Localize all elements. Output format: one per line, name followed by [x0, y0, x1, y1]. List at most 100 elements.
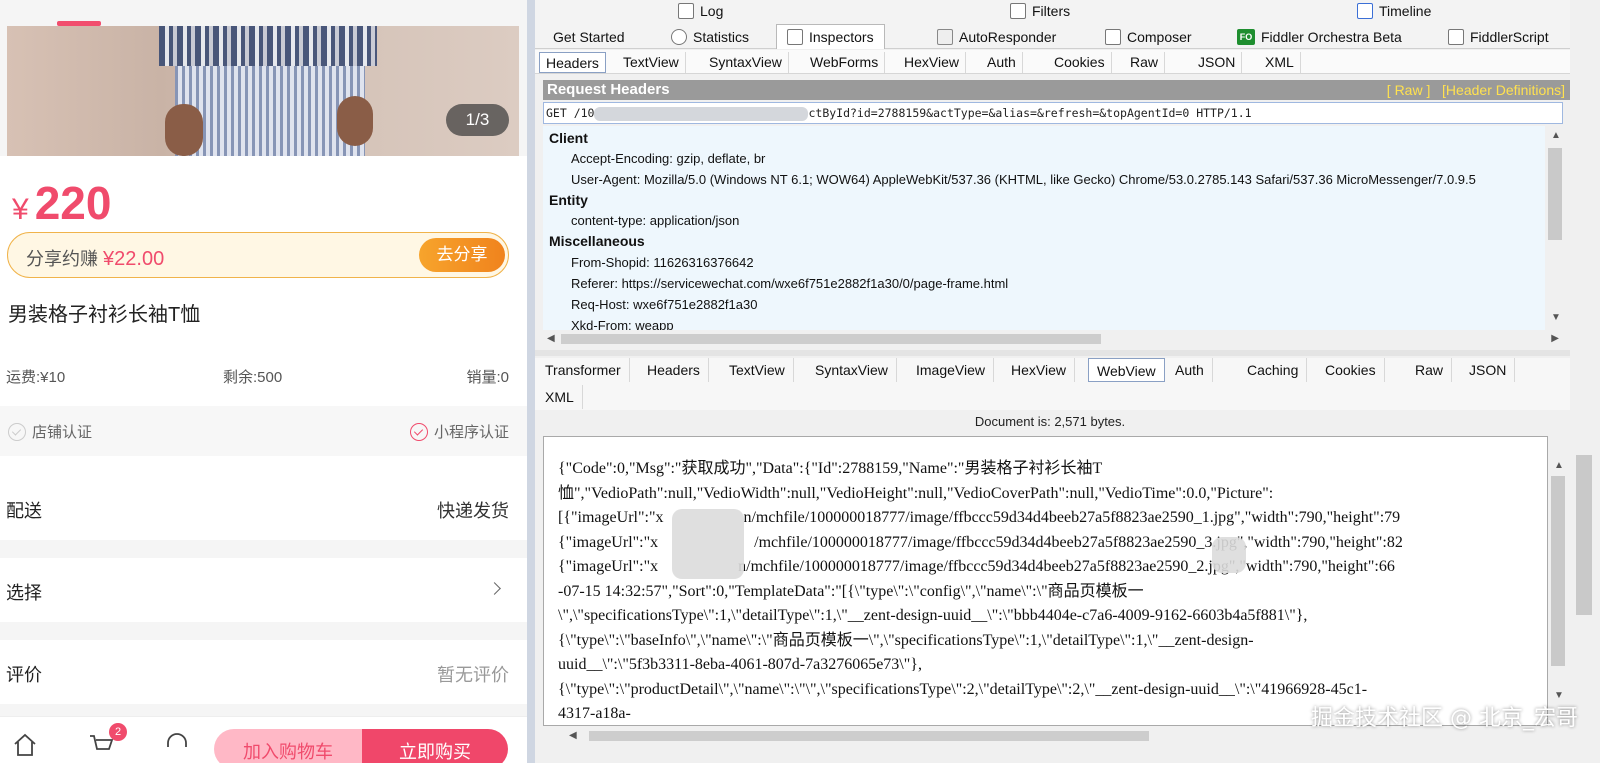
res-tab-cookies[interactable]: Cookies: [1317, 358, 1385, 382]
req-tab-raw[interactable]: Raw: [1124, 52, 1166, 73]
group-client[interactable]: Client: [549, 130, 588, 146]
header-definitions-link[interactable]: [Header Definitions]: [1442, 82, 1565, 98]
res-tab-hexview[interactable]: HexView: [1003, 358, 1075, 382]
response-inspector-tabs: Transformer Headers TextView SyntaxView …: [535, 358, 1600, 410]
res-tab-transformer[interactable]: Transformer: [537, 358, 630, 382]
tab-get-started[interactable]: Get Started: [543, 26, 635, 48]
scroll-thumb[interactable]: [1576, 455, 1592, 615]
res-tab-syntaxview[interactable]: SyntaxView: [807, 358, 897, 382]
res-tab-textview[interactable]: TextView: [721, 358, 794, 382]
share-earn-text: 分享约赚 ¥22.00: [26, 245, 164, 271]
tab-log[interactable]: Log: [678, 3, 723, 19]
header-content-type[interactable]: content-type: application/json: [571, 213, 739, 228]
tab-orchestra-label: Fiddler Orchestra Beta: [1261, 29, 1402, 45]
request-line[interactable]: GET /10 ctById?id=2788159&actType=&alias=…: [543, 102, 1563, 124]
body-line: -07-15 14:32:57","Sort":0,"TemplateData"…: [558, 582, 1144, 600]
headers-horizontal-scrollbar[interactable]: ◀ ▶: [543, 330, 1565, 348]
res-tab-headers[interactable]: Headers: [639, 358, 709, 382]
inspector-icon: [787, 29, 803, 45]
home-icon[interactable]: [12, 731, 38, 757]
req-tab-xml[interactable]: XML: [1259, 52, 1301, 73]
header-accept-encoding[interactable]: Accept-Encoding: gzip, deflate, br: [571, 151, 765, 166]
tab-fiddlerscript-label: FiddlerScript: [1470, 29, 1549, 45]
scroll-up-icon[interactable]: ▲: [1554, 460, 1564, 471]
req-tab-hexview[interactable]: HexView: [898, 52, 966, 73]
miniapp-cert-label: 小程序认证: [433, 424, 509, 441]
delivery-label: 配送: [6, 501, 42, 521]
scroll-down-icon[interactable]: ▼: [1551, 312, 1561, 323]
check-circle-icon: [409, 422, 428, 441]
delivery-value: 快递发货: [437, 501, 509, 521]
tab-composer[interactable]: Composer: [1095, 26, 1202, 48]
body-vertical-scrollbar[interactable]: ▲ ▼: [1548, 436, 1568, 726]
buy-now-button[interactable]: 立即购买: [362, 729, 508, 763]
res-tab-caching[interactable]: Caching: [1239, 358, 1308, 382]
select-label: 选择: [6, 583, 42, 603]
product-title: 男装格子衬衫长袖T恤: [8, 304, 201, 326]
review-row[interactable]: 评价 暂无评价: [0, 640, 527, 704]
header-referer[interactable]: Referer: https://servicewechat.com/wxe6f…: [571, 276, 1008, 291]
scroll-thumb[interactable]: [1548, 148, 1562, 240]
response-webview[interactable]: {"Code":0,"Msg":"获取成功","Data":{"Id":2788…: [543, 436, 1548, 726]
group-entity[interactable]: Entity: [549, 192, 588, 208]
tab-statistics[interactable]: Statistics: [661, 26, 759, 48]
header-xkd-from[interactable]: Xkd-From: weapp: [571, 318, 674, 330]
scroll-thumb[interactable]: [561, 334, 1101, 344]
body-line: {"Code":0,"Msg":"获取成功","Data":{"Id":2788…: [558, 460, 1103, 477]
tab-filters[interactable]: Filters: [1010, 3, 1070, 19]
res-tab-auth[interactable]: Auth: [1167, 358, 1213, 382]
header-user-agent[interactable]: User-Agent: Mozilla/5.0 (Windows NT 6.1;…: [571, 172, 1476, 187]
req-tab-json[interactable]: JSON: [1192, 52, 1243, 73]
tab-fiddlerscript[interactable]: FiddlerScript: [1438, 26, 1559, 48]
window-divider[interactable]: [527, 0, 535, 763]
tab-composer-label: Composer: [1127, 29, 1192, 45]
add-to-cart-button[interactable]: 加入购物车: [214, 729, 362, 763]
share-amount: ¥22.00: [103, 248, 165, 270]
delivery-row: 配送 快递发货: [0, 476, 527, 540]
res-tab-raw[interactable]: Raw: [1407, 358, 1453, 382]
req-tab-syntaxview[interactable]: SyntaxView: [703, 52, 789, 73]
scroll-thumb[interactable]: [1551, 476, 1565, 666]
tab-autoresponder[interactable]: AutoResponder: [927, 26, 1066, 48]
header-links: [ Raw ] [Header Definitions]: [1387, 80, 1565, 100]
raw-link[interactable]: [ Raw ]: [1387, 82, 1431, 98]
scroll-left-icon[interactable]: ◀: [569, 730, 577, 741]
outer-vertical-scrollbar[interactable]: [1570, 0, 1600, 763]
pane-splitter[interactable]: [535, 350, 1600, 356]
request-headers-title: Request Headers: [547, 81, 670, 98]
req-tab-headers[interactable]: Headers: [539, 52, 606, 73]
scroll-thumb[interactable]: [589, 731, 1149, 741]
review-value: 暂无评价: [437, 665, 509, 685]
script-icon: [1448, 29, 1464, 45]
header-req-host[interactable]: Req-Host: wxe6f751e2882f1a30: [571, 297, 757, 312]
header-from-shopid[interactable]: From-Shopid: 11626316376642: [571, 255, 754, 270]
select-spec-row[interactable]: 选择: [0, 558, 527, 622]
tab-autoresponder-label: AutoResponder: [959, 29, 1057, 45]
req-tab-webforms[interactable]: WebForms: [804, 52, 886, 73]
check-circle-icon: [8, 422, 26, 441]
scroll-right-icon[interactable]: ▶: [1551, 333, 1559, 344]
req-tab-auth[interactable]: Auth: [981, 52, 1023, 73]
headers-vertical-scrollbar[interactable]: ▲ ▼: [1545, 126, 1565, 330]
sales-count: 销量:0: [466, 369, 509, 386]
tab-timeline[interactable]: Timeline: [1357, 3, 1431, 19]
scroll-up-icon[interactable]: ▲: [1551, 130, 1561, 141]
cart-badge: 2: [109, 723, 127, 741]
tab-inspectors[interactable]: Inspectors: [776, 24, 885, 49]
req-tab-cookies[interactable]: Cookies: [1048, 52, 1112, 73]
res-tab-json[interactable]: JSON: [1461, 358, 1516, 382]
share-button[interactable]: 去分享: [419, 238, 505, 272]
customer-service-icon[interactable]: [164, 731, 190, 757]
req-tab-textview[interactable]: TextView: [617, 52, 686, 73]
res-tab-imageview[interactable]: ImageView: [908, 358, 995, 382]
body-line: \",\"specificationsType\":1,\"detailType…: [558, 607, 1308, 624]
res-tab-webview[interactable]: WebView: [1088, 358, 1165, 382]
scroll-left-icon[interactable]: ◀: [547, 333, 555, 344]
res-tab-xml[interactable]: XML: [537, 385, 583, 409]
tab-timeline-label: Timeline: [1379, 3, 1432, 19]
tab-fiddler-orchestra[interactable]: FO Fiddler Orchestra Beta: [1227, 26, 1412, 48]
group-miscellaneous[interactable]: Miscellaneous: [549, 233, 645, 249]
product-image[interactable]: [7, 26, 519, 156]
request-inspector-tabs: Headers TextView SyntaxView WebForms Hex…: [535, 50, 1600, 74]
fiddler-window: Log Filters Timeline Get Started Statist…: [535, 0, 1600, 763]
